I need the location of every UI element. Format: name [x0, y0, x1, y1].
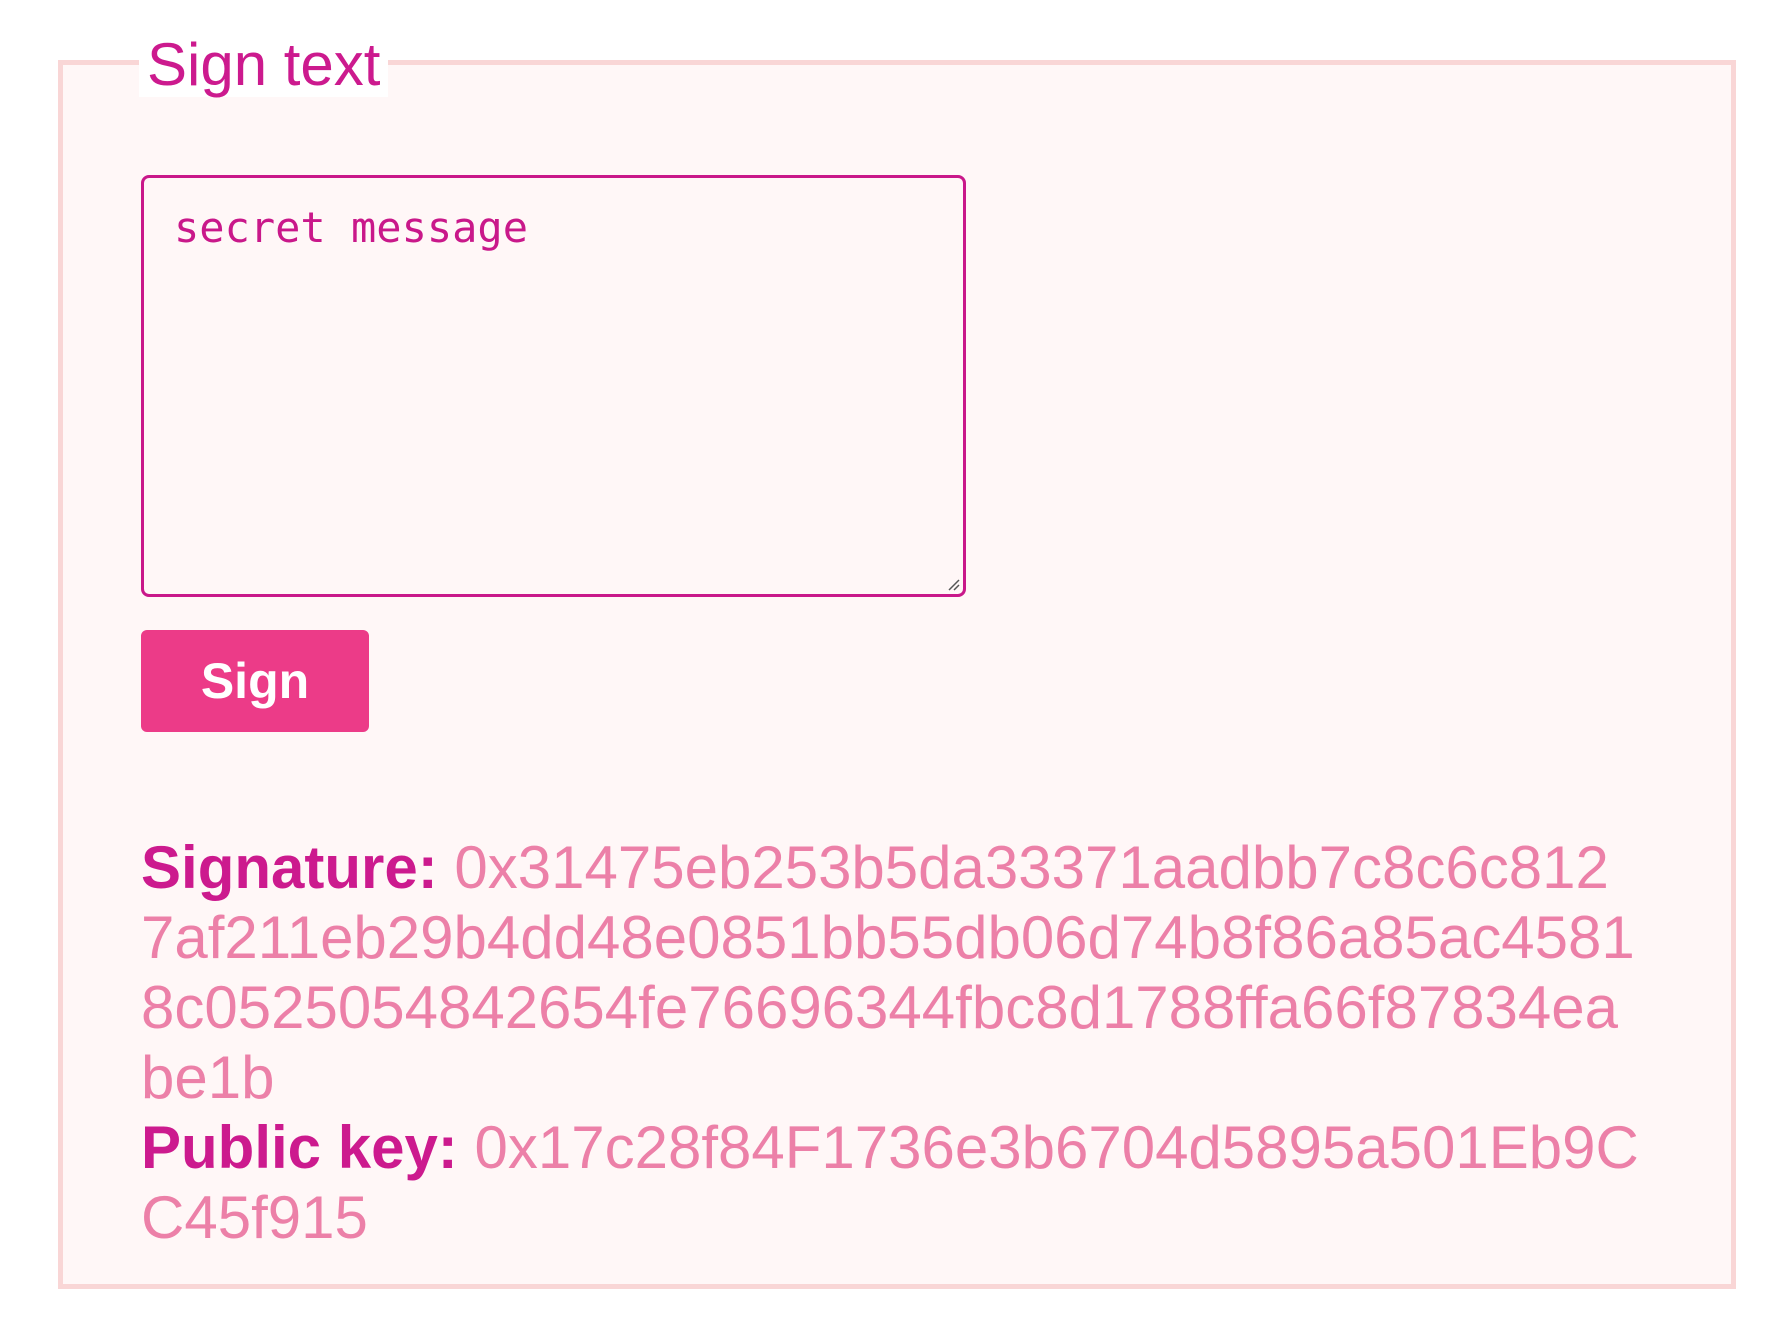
- signature-line: Signature: 0x31475eb253b5da33371aadbb7c8…: [141, 833, 1641, 1113]
- signature-result: Signature: 0x31475eb253b5da33371aadbb7c8…: [141, 833, 1641, 1253]
- message-textarea[interactable]: [141, 175, 966, 597]
- sign-text-panel: Sign text Sign Signature: 0x31475eb253b5…: [58, 33, 1736, 1289]
- sign-button[interactable]: Sign: [141, 630, 369, 732]
- panel-legend: Sign text: [139, 33, 389, 97]
- signature-label: Signature:: [141, 834, 438, 901]
- public-key-label: Public key:: [141, 1114, 458, 1181]
- resize-grip-icon[interactable]: [946, 577, 960, 591]
- public-key-line: Public key: 0x17c28f84F1736e3b6704d5895a…: [141, 1113, 1641, 1253]
